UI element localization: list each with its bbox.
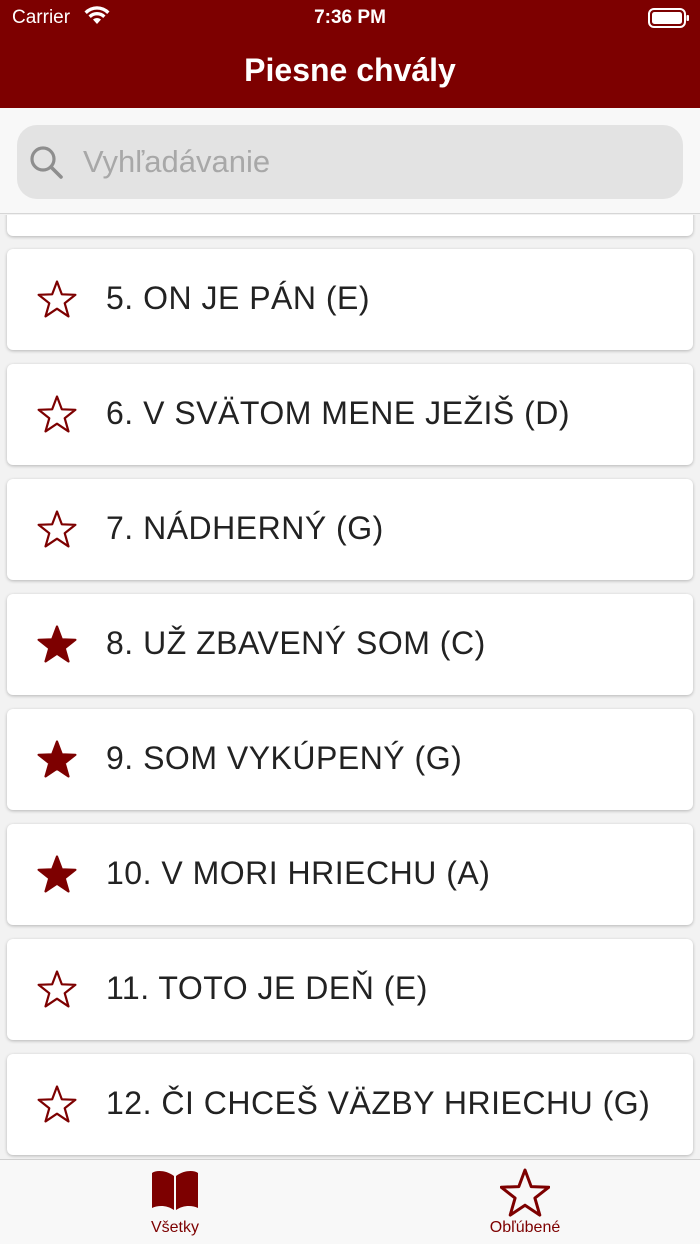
search-field[interactable] xyxy=(17,125,683,199)
song-card[interactable]: 11. TOTO JE DEŇ (E) xyxy=(7,939,693,1040)
battery-icon xyxy=(648,8,690,34)
search-icon xyxy=(29,145,65,186)
song-card[interactable]: 12. ČI CHCEŠ VÄZBY HRIECHU (G) xyxy=(7,1054,693,1155)
tab-all-label: Všetky xyxy=(150,1219,199,1236)
tab-favorites-label: Obľúbené xyxy=(489,1219,561,1236)
song-title: 12. ČI CHCEŠ VÄZBY HRIECHU (G) xyxy=(106,1085,651,1121)
song-title: 7. NÁDHERNÝ (G) xyxy=(106,510,384,546)
song-card[interactable]: 7. NÁDHERNÝ (G) xyxy=(7,479,693,580)
song-list[interactable]: 5. ON JE PÁN (E) 6. V SVÄTOM MENE JEŽIŠ (… xyxy=(0,215,700,1159)
song-card[interactable]: 8. UŽ ZBAVENÝ SOM (C) xyxy=(7,594,693,695)
star-outline-icon[interactable] xyxy=(37,280,77,320)
search-bar xyxy=(0,108,700,214)
song-title: 11. TOTO JE DEŇ (E) xyxy=(106,970,428,1006)
star-outline-icon[interactable] xyxy=(37,970,77,1010)
star-outline-icon[interactable] xyxy=(37,1085,77,1125)
tab-bar: Všetky Obľúbené xyxy=(0,1159,700,1244)
star-filled-icon[interactable] xyxy=(37,855,77,895)
tab-favorites[interactable]: Obľúbené xyxy=(465,1160,585,1244)
clock: 7:36 PM xyxy=(314,7,386,28)
song-title: 10. V MORI HRIECHU (A) xyxy=(106,855,491,891)
song-title: 5. ON JE PÁN (E) xyxy=(106,280,371,316)
star-filled-icon[interactable] xyxy=(37,625,77,665)
search-input[interactable] xyxy=(83,141,663,183)
page-title: Piesne chvály xyxy=(244,52,456,88)
star-outline-icon[interactable] xyxy=(37,395,77,435)
star-filled-icon[interactable] xyxy=(37,740,77,780)
status-bar: Carrier 7:36 PM xyxy=(0,0,700,36)
song-card[interactable]: 9. SOM VYKÚPENÝ (G) xyxy=(7,709,693,810)
song-title: 8. UŽ ZBAVENÝ SOM (C) xyxy=(106,625,486,661)
list-item[interactable] xyxy=(7,215,693,236)
song-card[interactable]: 6. V SVÄTOM MENE JEŽIŠ (D) xyxy=(7,364,693,465)
song-title: 6. V SVÄTOM MENE JEŽIŠ (D) xyxy=(106,395,571,431)
tab-all[interactable]: Všetky xyxy=(115,1160,235,1244)
song-card[interactable]: 5. ON JE PÁN (E) xyxy=(7,249,693,350)
navigation-header: Carrier 7:36 PM Piesne chvály xyxy=(0,0,700,108)
star-outline-icon[interactable] xyxy=(37,510,77,550)
song-card[interactable]: 10. V MORI HRIECHU (A) xyxy=(7,824,693,925)
song-title: 9. SOM VYKÚPENÝ (G) xyxy=(106,740,463,776)
